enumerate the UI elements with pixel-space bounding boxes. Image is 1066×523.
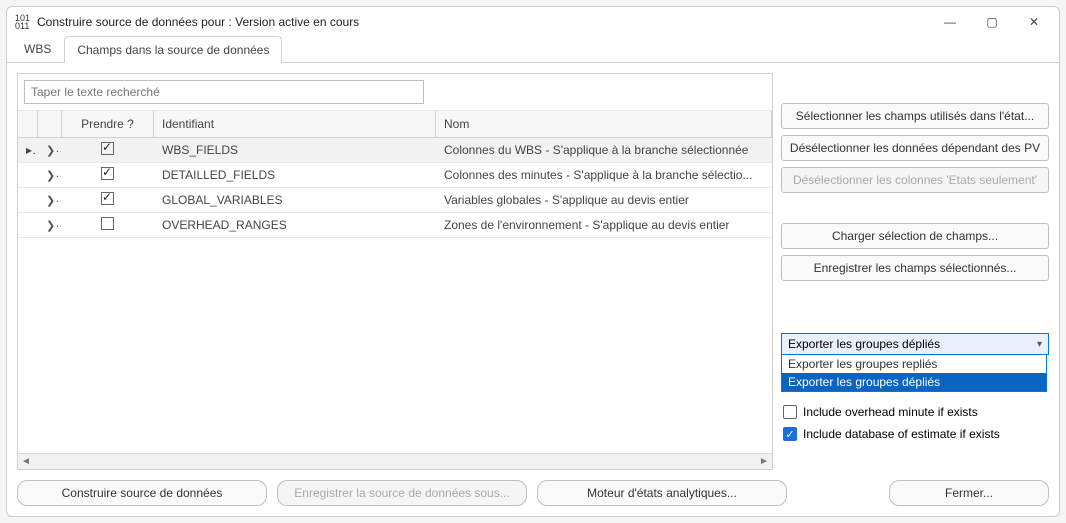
include-database-label: Include database of estimate if exists bbox=[803, 427, 1000, 441]
scroll-track[interactable] bbox=[34, 454, 756, 469]
col-header-id[interactable]: Identifiant bbox=[154, 111, 436, 137]
search-wrap bbox=[18, 74, 772, 111]
scroll-right-icon[interactable]: ► bbox=[756, 454, 772, 469]
right-pane: Sélectionner les champs utilisés dans l'… bbox=[781, 73, 1049, 470]
name-cell: Variables globales - S'applique au devis… bbox=[436, 189, 772, 211]
deselect-pv-button[interactable]: Désélectionner les données dépendant des… bbox=[781, 135, 1049, 161]
chevron-right-icon: ❯ bbox=[46, 144, 55, 157]
window-controls: ― ▢ ✕ bbox=[939, 13, 1051, 31]
app-icon: 101011 bbox=[15, 14, 31, 30]
analytics-engine-button[interactable]: Moteur d'états analytiques... bbox=[537, 480, 787, 506]
export-groups-combo[interactable]: Exporter les groupes dépliés ▾ bbox=[781, 333, 1049, 355]
dropdown-option[interactable]: Exporter les groupes dépliés bbox=[782, 373, 1046, 391]
combo-selected-text: Exporter les groupes dépliés bbox=[788, 337, 940, 351]
take-cell[interactable] bbox=[62, 188, 154, 212]
grid-body: ▸ ❯ WBS_FIELDS Colonnes du WBS - S'appli… bbox=[18, 138, 772, 453]
table-row[interactable]: ❯ DETAILLED_FIELDS Colonnes des minutes … bbox=[18, 163, 772, 188]
scroll-left-icon[interactable]: ◄ bbox=[18, 454, 34, 469]
minimize-button[interactable]: ― bbox=[939, 13, 961, 31]
expand-toggle[interactable]: ❯ bbox=[38, 214, 62, 236]
window-title: Construire source de données pour : Vers… bbox=[37, 15, 939, 29]
close-button[interactable]: Fermer... bbox=[889, 480, 1049, 506]
row-indicator-icon bbox=[18, 221, 38, 229]
deselect-states-button[interactable]: Désélectionner les colonnes 'Etats seule… bbox=[781, 167, 1049, 193]
id-cell: OVERHEAD_RANGES bbox=[154, 214, 436, 236]
name-cell: Zones de l'environnement - S'applique au… bbox=[436, 214, 772, 236]
checkbox-icon bbox=[783, 405, 797, 419]
col-header-take[interactable]: Prendre ? bbox=[62, 111, 154, 137]
col-indicator bbox=[18, 111, 38, 137]
grid-header: Prendre ? Identifiant Nom bbox=[18, 111, 772, 138]
build-source-button[interactable]: Construire source de données bbox=[17, 480, 267, 506]
row-indicator-icon bbox=[18, 171, 38, 179]
take-cell[interactable] bbox=[62, 213, 154, 237]
checkbox-icon bbox=[101, 217, 114, 230]
tab-fields[interactable]: Champs dans la source de données bbox=[64, 36, 282, 63]
chevron-right-icon: ❯ bbox=[46, 194, 55, 207]
export-combo-area: Exporter les groupes dépliés ▾ Exporter … bbox=[781, 333, 1049, 355]
id-cell: WBS_FIELDS bbox=[154, 139, 436, 161]
checkbox-icon bbox=[101, 167, 114, 180]
name-cell: Colonnes du WBS - S'applique à la branch… bbox=[436, 139, 772, 161]
row-indicator-icon bbox=[18, 196, 38, 204]
include-database-check[interactable]: ✓ Include database of estimate if exists bbox=[781, 427, 1049, 441]
tab-wbs[interactable]: WBS bbox=[11, 35, 64, 62]
chevron-right-icon: ❯ bbox=[46, 219, 55, 232]
row-indicator-icon: ▸ bbox=[18, 139, 38, 161]
left-pane: Prendre ? Identifiant Nom ▸ ❯ WBS_FIELDS… bbox=[17, 73, 773, 470]
footer-bar: Construire source de données Enregistrer… bbox=[7, 474, 1059, 516]
name-cell: Colonnes des minutes - S'applique à la b… bbox=[436, 164, 772, 186]
col-header-name[interactable]: Nom bbox=[436, 111, 772, 137]
select-used-fields-button[interactable]: Sélectionner les champs utilisés dans l'… bbox=[781, 103, 1049, 129]
id-cell: GLOBAL_VARIABLES bbox=[154, 189, 436, 211]
export-groups-dropdown: Exporter les groupes repliés Exporter le… bbox=[781, 355, 1047, 392]
load-selection-button[interactable]: Charger sélection de champs... bbox=[781, 223, 1049, 249]
expand-toggle[interactable]: ❯ bbox=[38, 189, 62, 211]
content-area: Prendre ? Identifiant Nom ▸ ❯ WBS_FIELDS… bbox=[7, 63, 1059, 474]
maximize-button[interactable]: ▢ bbox=[981, 13, 1003, 31]
app-window: 101011 Construire source de données pour… bbox=[6, 6, 1060, 517]
chevron-down-icon: ▾ bbox=[1037, 339, 1042, 350]
take-cell[interactable] bbox=[62, 138, 154, 162]
table-row[interactable]: ❯ GLOBAL_VARIABLES Variables globales - … bbox=[18, 188, 772, 213]
close-window-button[interactable]: ✕ bbox=[1023, 13, 1045, 31]
include-overhead-label: Include overhead minute if exists bbox=[803, 405, 978, 419]
save-source-as-button[interactable]: Enregistrer la source de données sous... bbox=[277, 480, 527, 506]
search-input[interactable] bbox=[24, 80, 424, 104]
col-expand-header bbox=[38, 111, 62, 137]
include-overhead-check[interactable]: Include overhead minute if exists bbox=[781, 405, 1049, 419]
titlebar: 101011 Construire source de données pour… bbox=[7, 7, 1059, 35]
checkbox-icon bbox=[101, 192, 114, 205]
table-row[interactable]: ❯ OVERHEAD_RANGES Zones de l'environneme… bbox=[18, 213, 772, 238]
dropdown-option[interactable]: Exporter les groupes repliés bbox=[782, 355, 1046, 373]
chevron-right-icon: ❯ bbox=[46, 169, 55, 182]
take-cell[interactable] bbox=[62, 163, 154, 187]
expand-toggle[interactable]: ❯ bbox=[38, 139, 62, 161]
checkbox-icon bbox=[101, 142, 114, 155]
expand-toggle[interactable]: ❯ bbox=[38, 164, 62, 186]
save-selection-button[interactable]: Enregistrer les champs sélectionnés... bbox=[781, 255, 1049, 281]
id-cell: DETAILLED_FIELDS bbox=[154, 164, 436, 186]
checkbox-checked-icon: ✓ bbox=[783, 427, 797, 441]
tab-bar: WBS Champs dans la source de données bbox=[7, 35, 1059, 63]
table-row[interactable]: ▸ ❯ WBS_FIELDS Colonnes du WBS - S'appli… bbox=[18, 138, 772, 163]
horizontal-scrollbar[interactable]: ◄ ► bbox=[18, 453, 772, 469]
